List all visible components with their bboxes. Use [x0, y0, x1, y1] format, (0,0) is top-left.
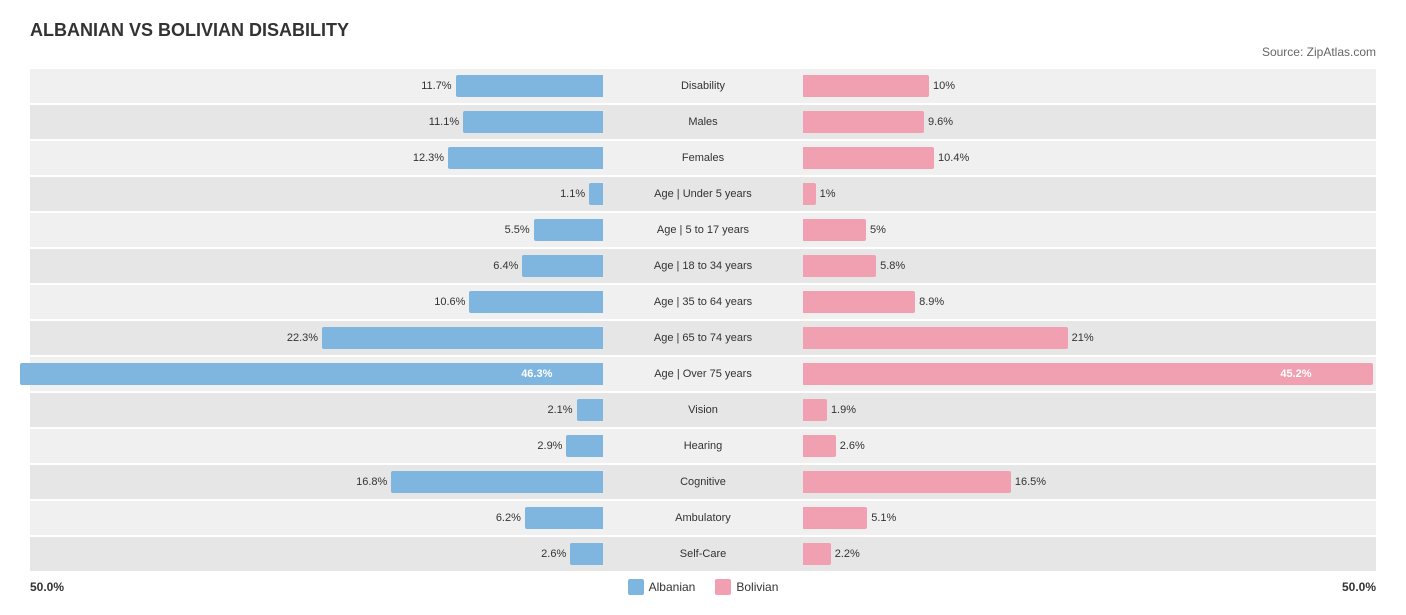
value-albanian: 22.3% [287, 332, 318, 344]
chart-row: 12.3% Females 10.4% [30, 141, 1376, 175]
bar-bolivian [803, 255, 876, 277]
row-label: Age | 18 to 34 years [603, 260, 803, 272]
value-albanian: 6.4% [493, 260, 518, 272]
row-label: Vision [603, 404, 803, 416]
value-albanian: 6.2% [496, 512, 521, 524]
chart-area: 11.7% Disability 10% 11.1% Males 9.6% 12.3% Fem… [30, 69, 1376, 571]
legend-albanian-label: Albanian [649, 580, 696, 594]
bar-bolivian [803, 471, 1011, 493]
value-albanian: 1.1% [560, 188, 585, 200]
value-bolivian: 10.4% [938, 152, 969, 164]
row-label: Females [603, 152, 803, 164]
bar-albanian [20, 363, 603, 385]
value-albanian: 2.9% [537, 440, 562, 452]
row-label: Males [603, 116, 803, 128]
value-bolivian: 1% [820, 188, 836, 200]
chart-row: 22.3% Age | 65 to 74 years 21% [30, 321, 1376, 355]
bar-bolivian [803, 327, 1068, 349]
chart-row: 2.1% Vision 1.9% [30, 393, 1376, 427]
bar-bolivian [803, 291, 915, 313]
legend-bolivian: Bolivian [715, 579, 778, 595]
chart-row: 1.1% Age | Under 5 years 1% [30, 177, 1376, 211]
value-bolivian: 45.2% [1280, 368, 1311, 380]
value-bolivian: 9.6% [928, 116, 953, 128]
value-bolivian: 21% [1072, 332, 1094, 344]
row-label: Ambulatory [603, 512, 803, 524]
row-label: Hearing [603, 440, 803, 452]
legend-bolivian-label: Bolivian [736, 580, 778, 594]
value-albanian: 12.3% [413, 152, 444, 164]
value-bolivian: 10% [933, 80, 955, 92]
value-albanian: 46.3% [521, 368, 552, 380]
chart-row: 6.2% Ambulatory 5.1% [30, 501, 1376, 535]
row-label: Disability [603, 80, 803, 92]
row-label: Age | 65 to 74 years [603, 332, 803, 344]
value-bolivian: 2.6% [840, 440, 865, 452]
bar-albanian [589, 183, 603, 205]
bar-albanian [469, 291, 603, 313]
value-bolivian: 5.8% [880, 260, 905, 272]
bar-albanian [577, 399, 603, 421]
source: Source: ZipAtlas.com [30, 45, 1376, 59]
bar-albanian [391, 471, 603, 493]
bar-bolivian [803, 543, 831, 565]
bolivian-color-box [715, 579, 731, 595]
chart-row: 10.6% Age | 35 to 64 years 8.9% [30, 285, 1376, 319]
value-bolivian: 5.1% [871, 512, 896, 524]
row-label: Age | 5 to 17 years [603, 224, 803, 236]
bar-bolivian [803, 399, 827, 421]
value-albanian: 2.1% [547, 404, 572, 416]
legend-albanian: Albanian [628, 579, 696, 595]
value-albanian: 16.8% [356, 476, 387, 488]
row-label: Age | 35 to 64 years [603, 296, 803, 308]
row-label: Age | Under 5 years [603, 188, 803, 200]
bar-albanian [566, 435, 603, 457]
row-label: Cognitive [603, 476, 803, 488]
row-label: Self-Care [603, 548, 803, 560]
chart-row: 2.6% Self-Care 2.2% [30, 537, 1376, 571]
footer-left: 50.0% [30, 580, 64, 594]
bar-albanian [448, 147, 603, 169]
chart-row: 11.1% Males 9.6% [30, 105, 1376, 139]
chart-row: 6.4% Age | 18 to 34 years 5.8% [30, 249, 1376, 283]
footer-right: 50.0% [1342, 580, 1376, 594]
bar-albanian [525, 507, 603, 529]
bar-bolivian [803, 507, 867, 529]
bar-bolivian [803, 111, 924, 133]
bar-bolivian [803, 147, 934, 169]
value-bolivian: 2.2% [835, 548, 860, 560]
chart-row: 5.5% Age | 5 to 17 years 5% [30, 213, 1376, 247]
bar-bolivian [803, 219, 866, 241]
bar-bolivian [803, 75, 929, 97]
value-bolivian: 5% [870, 224, 886, 236]
row-label: Age | Over 75 years [603, 368, 803, 380]
bar-albanian [456, 75, 603, 97]
value-bolivian: 1.9% [831, 404, 856, 416]
value-albanian: 11.1% [429, 116, 459, 128]
chart-row: 16.8% Cognitive 16.5% [30, 465, 1376, 499]
bar-bolivian [803, 435, 836, 457]
chart-title: ALBANIAN VS BOLIVIAN DISABILITY [30, 20, 1376, 41]
bar-albanian [570, 543, 603, 565]
bar-albanian [534, 219, 603, 241]
chart-row: 46.3% Age | Over 75 years 45.2% [30, 357, 1376, 391]
value-albanian: 2.6% [541, 548, 566, 560]
albanian-color-box [628, 579, 644, 595]
value-albanian: 11.7% [421, 80, 451, 92]
bar-albanian [322, 327, 603, 349]
value-albanian: 10.6% [434, 296, 465, 308]
chart-row: 11.7% Disability 10% [30, 69, 1376, 103]
bar-albanian [522, 255, 603, 277]
chart-row: 2.9% Hearing 2.6% [30, 429, 1376, 463]
bar-bolivian [803, 183, 816, 205]
bar-albanian [463, 111, 603, 133]
value-bolivian: 8.9% [919, 296, 944, 308]
value-bolivian: 16.5% [1015, 476, 1046, 488]
value-albanian: 5.5% [505, 224, 530, 236]
